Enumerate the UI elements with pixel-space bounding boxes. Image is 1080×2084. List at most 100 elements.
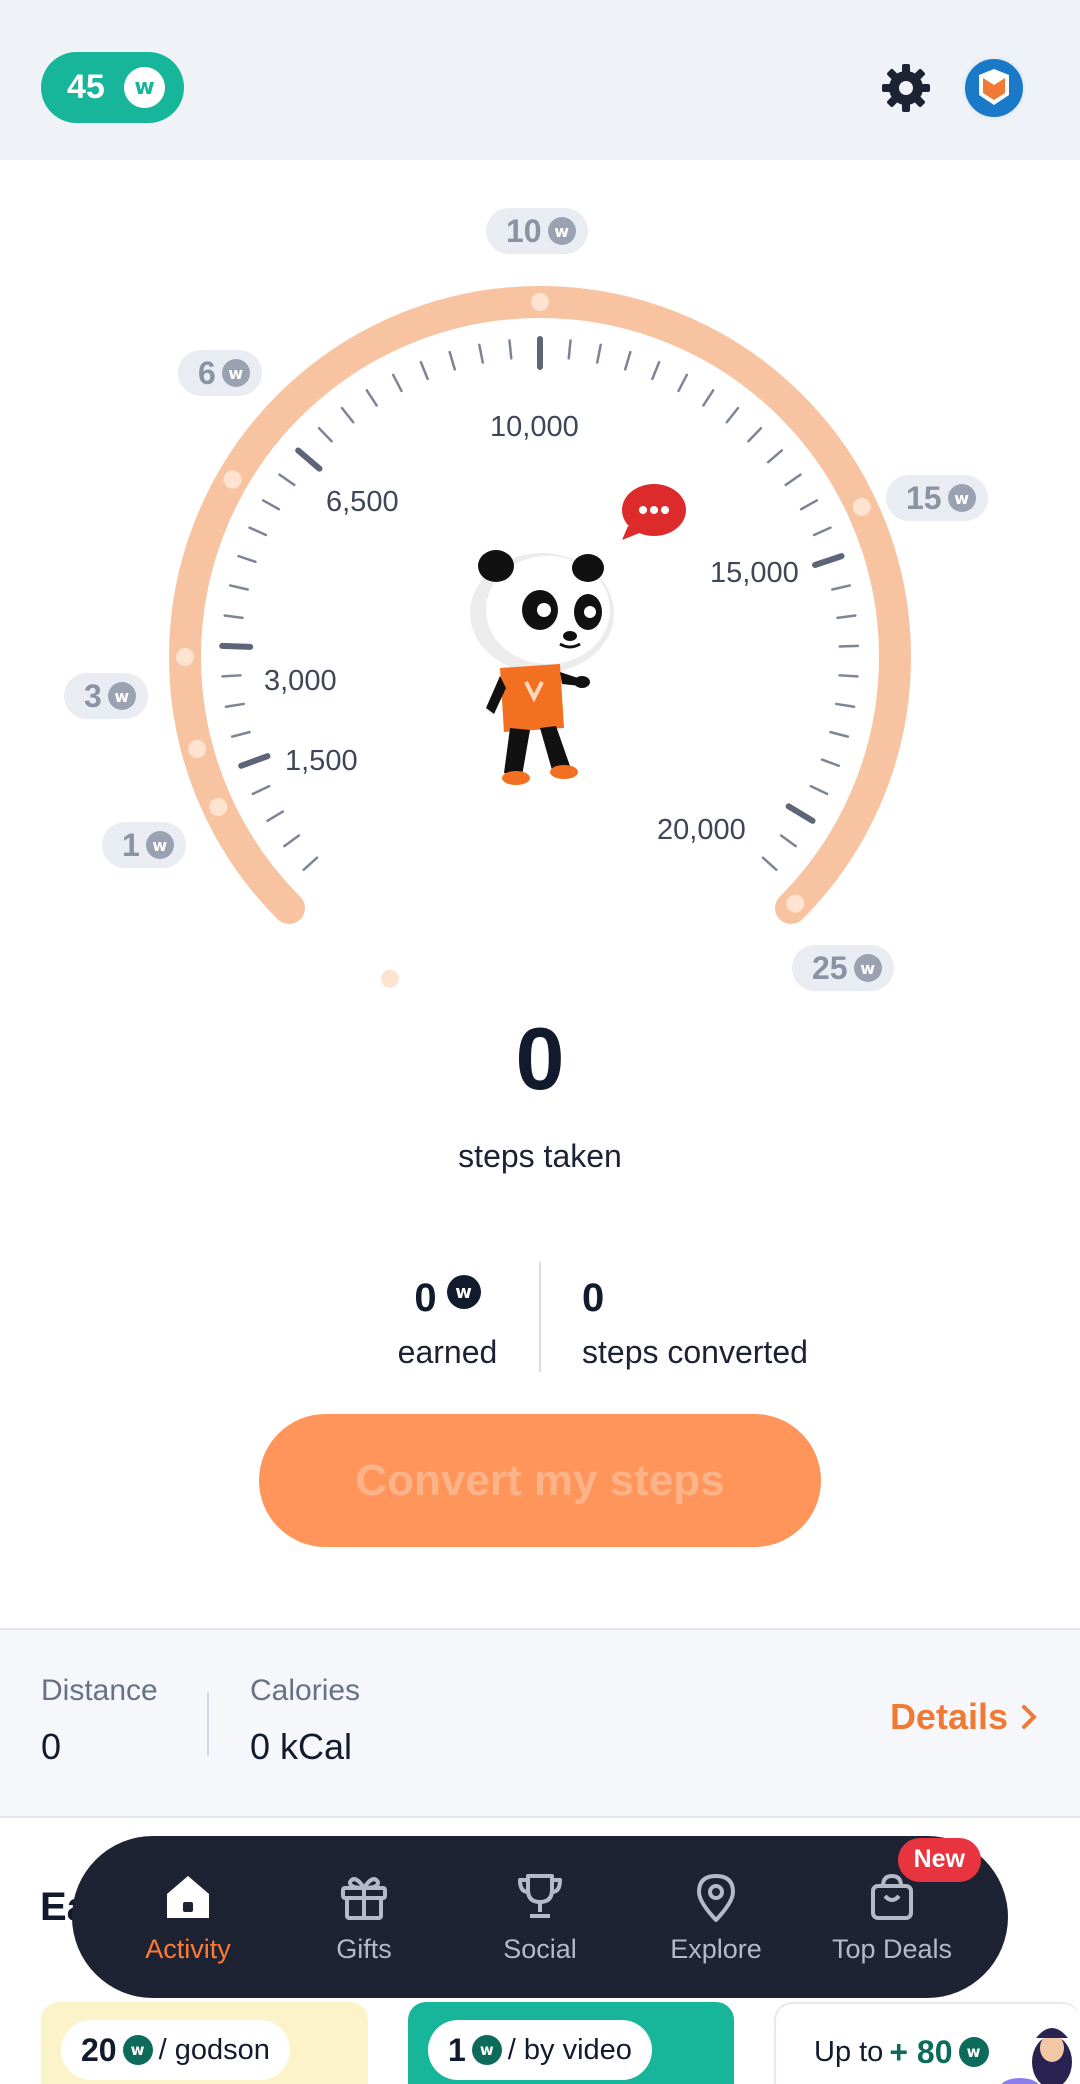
- gauge-minor-tick: [266, 810, 285, 823]
- nav-label: Social: [503, 1933, 577, 1964]
- avatar-logo-icon: [979, 69, 1009, 105]
- earn-card-godson[interactable]: 20 w / godson: [41, 2002, 368, 2084]
- earn-card-video[interactable]: 1 w / by video: [408, 2002, 734, 2084]
- reward-badge: 10 w: [486, 208, 588, 254]
- tick-label: 3,000: [264, 665, 337, 697]
- converted-stat: 0 steps converted: [582, 1270, 808, 1371]
- gauge-minor-tick: [725, 406, 740, 424]
- panda-mascot: [470, 550, 614, 785]
- avatar[interactable]: [962, 56, 1026, 120]
- reward-badge: 25 w: [792, 945, 894, 991]
- coin-icon: w: [124, 67, 165, 108]
- earn-tag: 20 w / godson: [61, 2020, 290, 2080]
- divider: [207, 1692, 209, 1756]
- coin-icon: w: [221, 359, 250, 387]
- nav-item-gifts[interactable]: Gifts: [279, 1870, 449, 1965]
- reward-badge: 6w: [178, 350, 262, 396]
- earn-tag: Up to + 80 w: [794, 2022, 1009, 2082]
- gauge-minor-tick: [223, 614, 244, 620]
- convert-steps-button[interactable]: Convert my steps: [259, 1414, 821, 1547]
- nav-item-explore[interactable]: Explore: [631, 1870, 801, 1965]
- divider: [539, 1262, 541, 1372]
- gauge-minor-tick: [448, 350, 457, 371]
- gauge-minor-tick: [228, 584, 249, 591]
- chevron-right-icon: [1022, 1705, 1037, 1729]
- balance-value: 45: [67, 68, 105, 106]
- balance-pill[interactable]: 45 w: [41, 52, 184, 123]
- nav-label: Top Deals: [831, 1933, 953, 1964]
- coin-icon: w: [446, 1275, 481, 1309]
- gauge-minor-tick: [391, 373, 403, 393]
- coin-icon: w: [107, 682, 136, 710]
- gauge-minor-tick: [248, 526, 268, 537]
- coin-icon: w: [958, 2037, 989, 2067]
- gauge-major-tick: [219, 642, 254, 650]
- gauge-minor-tick: [809, 784, 829, 796]
- gauge-minor-tick: [251, 784, 271, 796]
- gauge-minor-tick: [831, 584, 852, 591]
- nav-item-activity[interactable]: Activity: [103, 1870, 273, 1965]
- stats-band: Distance 0 Calories 0 kCal Details: [0, 1628, 1080, 1818]
- steps-caption: steps taken: [458, 1138, 622, 1174]
- gauge-major-tick: [238, 753, 271, 769]
- coin-icon: w: [471, 2035, 502, 2065]
- gauge-minor-tick: [261, 499, 281, 511]
- nav-item-social[interactable]: Social: [455, 1870, 625, 1965]
- gauge-minor-tick: [478, 343, 485, 364]
- tick-label: 10,000: [490, 411, 579, 443]
- milestone-dot: [531, 293, 549, 311]
- distance-label: Distance: [41, 1674, 158, 1707]
- gauge-minor-tick: [835, 702, 856, 708]
- milestone-dot: [852, 497, 871, 516]
- converted-label: steps converted: [582, 1334, 808, 1370]
- bottom-nav: Activity Gifts Social Explore Top Deals …: [72, 1836, 1008, 1998]
- gauge-minor-tick: [340, 406, 355, 424]
- gauge-minor-tick: [747, 426, 763, 443]
- gauge-minor-tick: [237, 554, 257, 564]
- gauge-minor-tick: [836, 614, 857, 620]
- calories-value: 0 kCal: [250, 1726, 353, 1767]
- gauge-minor-tick: [221, 674, 242, 678]
- new-badge: New: [897, 1837, 981, 1882]
- gauge-major-tick: [785, 803, 816, 824]
- step-gauge: 1w 3w 6w 10 w 15 w 25 w 1,500 3,000 6,500 1…: [0, 160, 1080, 1000]
- gauge-minor-tick: [820, 758, 841, 768]
- reward-badge: 3w: [64, 673, 148, 719]
- gauge-minor-tick: [283, 834, 301, 848]
- tick-label: 20,000: [657, 814, 746, 846]
- details-label: Details: [889, 1696, 1008, 1737]
- distance-value: 0: [41, 1726, 62, 1767]
- converted-value: 0: [582, 1275, 605, 1320]
- gauge-minor-tick: [623, 350, 632, 371]
- milestone-dot: [223, 470, 242, 489]
- milestone-dot: [188, 739, 207, 758]
- gauge-minor-tick: [829, 730, 850, 738]
- top-bar: 45 w: [0, 0, 1080, 160]
- earn-card-deals[interactable]: Up to + 80 w: [774, 2002, 1080, 2084]
- tick-label: 6,500: [326, 486, 399, 518]
- gauge-minor-tick: [784, 473, 802, 487]
- gauge-minor-tick: [799, 499, 819, 511]
- settings-button[interactable]: [880, 62, 932, 114]
- gauge-minor-tick: [317, 426, 333, 443]
- gift-icon: [341, 1876, 387, 1920]
- coin-icon: w: [547, 217, 576, 245]
- gauge-minor-tick: [761, 856, 778, 872]
- coin-icon: w: [122, 2035, 153, 2065]
- gauge-minor-tick: [230, 730, 251, 738]
- chat-bubble-icon[interactable]: [614, 478, 694, 548]
- gauge-minor-tick: [567, 339, 572, 360]
- nav-item-top-deals[interactable]: Top Deals New: [807, 1837, 981, 1965]
- gauge-minor-tick: [365, 389, 378, 407]
- gauge-minor-tick: [224, 702, 245, 708]
- gauge-minor-tick: [838, 644, 860, 648]
- steps-count: 0: [515, 1009, 565, 1108]
- coin-icon: w: [145, 831, 174, 859]
- nav-label: Explore: [670, 1933, 762, 1964]
- milestone-dot: [380, 969, 399, 988]
- character-illustration: [1001, 2028, 1072, 2084]
- details-link[interactable]: Details: [890, 1696, 1038, 1738]
- earned-label: earned: [397, 1334, 498, 1370]
- gauge-minor-tick: [779, 834, 797, 848]
- coin-icon: w: [853, 954, 882, 982]
